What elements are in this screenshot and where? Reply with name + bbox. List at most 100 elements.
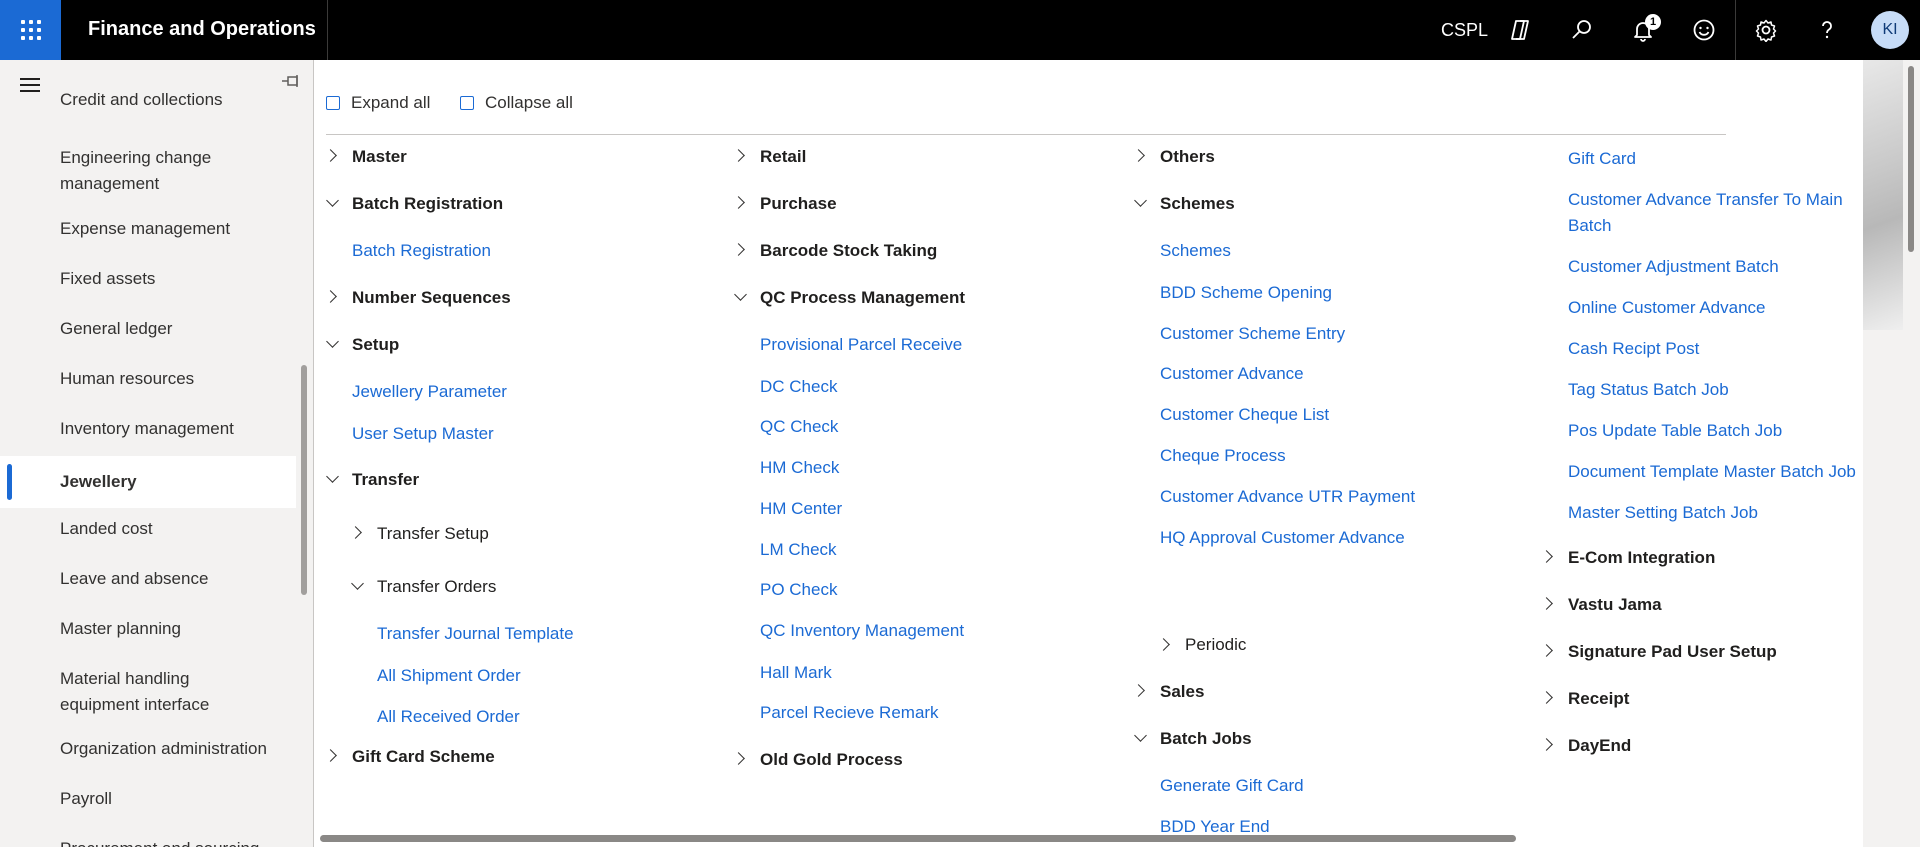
sidebar-item-fixed-assets[interactable]: Fixed assets [0,266,296,292]
link-qc-inventory-management[interactable]: QC Inventory Management [760,618,964,644]
link-dc-check[interactable]: DC Check [760,374,837,400]
sidebar-item-inventory-management[interactable]: Inventory management [0,416,296,442]
link-batch-registration[interactable]: Batch Registration [352,238,491,264]
link-tag-status-batch-job[interactable]: Tag Status Batch Job [1568,377,1729,403]
link-customer-scheme-entry[interactable]: Customer Scheme Entry [1160,321,1345,347]
link-qc-check[interactable]: QC Check [760,414,838,440]
notifications-button[interactable]: 1 [1625,12,1661,48]
link-lm-check[interactable]: LM Check [760,537,837,563]
sidebar-scrollbar[interactable] [301,365,307,595]
link-bdd-scheme-opening[interactable]: BDD Scheme Opening [1160,280,1332,306]
sidebar-item-general-ledger[interactable]: General ledger [0,316,296,342]
group-master[interactable]: Master [352,147,407,167]
chevron-down-icon [326,470,339,483]
group-number-sequences[interactable]: Number Sequences [352,288,511,308]
pin-icon [282,75,298,87]
feedback-button[interactable] [1686,12,1722,48]
sidebar-item-organization-administration[interactable]: Organization administration [0,736,296,762]
collapse-all-button[interactable]: Collapse all [460,93,573,113]
group-qc-process-management[interactable]: QC Process Management [760,288,965,308]
link-cheque-process[interactable]: Cheque Process [1160,443,1286,469]
sidebar-item-jewellery[interactable]: Jewellery [0,456,296,508]
link-hm-center[interactable]: HM Center [760,496,842,522]
sidebar-item-procurement-and-sourcing[interactable]: Procurement and sourcing [0,836,296,847]
link-hq-approval-customer-advance[interactable]: HQ Approval Customer Advance [1160,525,1405,551]
link-customer-cheque-list[interactable]: Customer Cheque List [1160,402,1329,428]
link-master-setting-batch-job[interactable]: Master Setting Batch Job [1568,500,1758,526]
copilot-button[interactable] [1502,12,1538,48]
sidebar-item-human-resources[interactable]: Human resources [0,366,296,392]
search-button[interactable] [1564,12,1600,48]
group-transfer-setup[interactable]: Transfer Setup [377,524,489,544]
group-schemes[interactable]: Schemes [1160,194,1235,214]
group-periodic[interactable]: Periodic [1185,635,1246,655]
page-scrollbar[interactable] [1908,66,1914,252]
chevron-right-icon [1540,644,1553,657]
link-all-received-order[interactable]: All Received Order [377,704,520,730]
toolbar-divider-line [326,134,1726,135]
link-transfer-journal-template[interactable]: Transfer Journal Template [377,621,574,647]
link-schemes[interactable]: Schemes [1160,238,1231,264]
link-customer-advance-utr-payment[interactable]: Customer Advance UTR Payment [1160,484,1415,510]
chevron-right-icon [1540,550,1553,563]
company-picker[interactable]: CSPL [1441,20,1488,41]
horizontal-scrollbar[interactable] [320,835,1516,842]
link-user-setup-master[interactable]: User Setup Master [352,421,494,447]
group-setup[interactable]: Setup [352,335,399,355]
sidebar-item-leave-and-absence[interactable]: Leave and absence [0,566,296,592]
group-sales[interactable]: Sales [1160,682,1204,702]
sidebar-item-payroll[interactable]: Payroll [0,786,296,812]
link-customer-advance-transfer-to-main-batch[interactable]: Customer Advance Transfer To Main [1568,187,1843,213]
group-signature-pad-user-setup[interactable]: Signature Pad User Setup [1568,642,1777,662]
group-purchase[interactable]: Purchase [760,194,837,214]
group-transfer-orders[interactable]: Transfer Orders [377,577,496,597]
group-others[interactable]: Others [1160,147,1215,167]
link-generate-gift-card[interactable]: Generate Gift Card [1160,773,1304,799]
link-all-shipment-order[interactable]: All Shipment Order [377,663,521,689]
link-parcel-recieve-remark[interactable]: Parcel Recieve Remark [760,700,939,726]
sidebar-item-expense-management[interactable]: Expense management [0,216,296,242]
group-dayend[interactable]: DayEnd [1568,736,1631,756]
sidebar-item-master-planning[interactable]: Master planning [0,616,296,642]
group-retail[interactable]: Retail [760,147,806,167]
link-pos-update-table-batch-job[interactable]: Pos Update Table Batch Job [1568,418,1782,444]
pin-button[interactable] [281,74,301,93]
link-online-customer-advance[interactable]: Online Customer Advance [1568,295,1766,321]
group-old-gold-process[interactable]: Old Gold Process [760,750,903,770]
link-hm-check[interactable]: HM Check [760,455,839,481]
group-transfer[interactable]: Transfer [352,470,419,490]
link-customer-advance[interactable]: Customer Advance [1160,361,1304,387]
link-hall-mark[interactable]: Hall Mark [760,660,832,686]
app-launcher-button[interactable] [0,0,61,60]
collapse-icon [460,96,474,110]
chevron-right-icon [1132,684,1145,697]
link-jewellery-parameter[interactable]: Jewellery Parameter [352,379,507,405]
link-cash-recipt-post[interactable]: Cash Recipt Post [1568,336,1699,362]
app-title[interactable]: Finance and Operations [88,18,316,41]
navigation-pane: Credit and collections Engineering chang… [0,60,313,847]
settings-button[interactable] [1748,12,1784,48]
link-customer-adjustment-batch[interactable]: Customer Adjustment Batch [1568,254,1779,280]
group-gift-card-scheme[interactable]: Gift Card Scheme [352,747,495,767]
sidebar-item-landed-cost[interactable]: Landed cost [0,516,296,542]
group-batch-jobs[interactable]: Batch Jobs [1160,729,1252,749]
link-document-template-master-batch-job[interactable]: Document Template Master Batch Job [1568,459,1856,485]
group-batch-registration[interactable]: Batch Registration [352,194,503,214]
group-e-com-integration[interactable]: E-Com Integration [1568,548,1715,568]
help-button[interactable] [1809,12,1845,48]
avatar[interactable]: KI [1871,11,1909,49]
link-provisional-parcel-receive[interactable]: Provisional Parcel Receive [760,332,962,358]
sidebar-item-credit-and-collections[interactable]: Credit and collections [0,93,296,119]
chevron-right-icon [1132,149,1145,162]
link-po-check[interactable]: PO Check [760,577,837,603]
expand-all-button[interactable]: Expand all [326,93,430,113]
link-customer-advance-transfer-to-main-batch-line2[interactable]: Batch [1568,213,1611,239]
sidebar-item-engineering-change-management[interactable]: Engineering change management [0,145,270,197]
sidebar-item-material-handling-equipment-interface[interactable]: Material handling equipment interface [0,666,240,718]
group-vastu-jama[interactable]: Vastu Jama [1568,595,1662,615]
link-gift-card[interactable]: Gift Card [1568,146,1636,172]
chevron-right-icon [1540,738,1553,751]
group-receipt[interactable]: Receipt [1568,689,1629,709]
chevron-down-icon [326,335,339,348]
group-barcode-stock-taking[interactable]: Barcode Stock Taking [760,241,937,261]
